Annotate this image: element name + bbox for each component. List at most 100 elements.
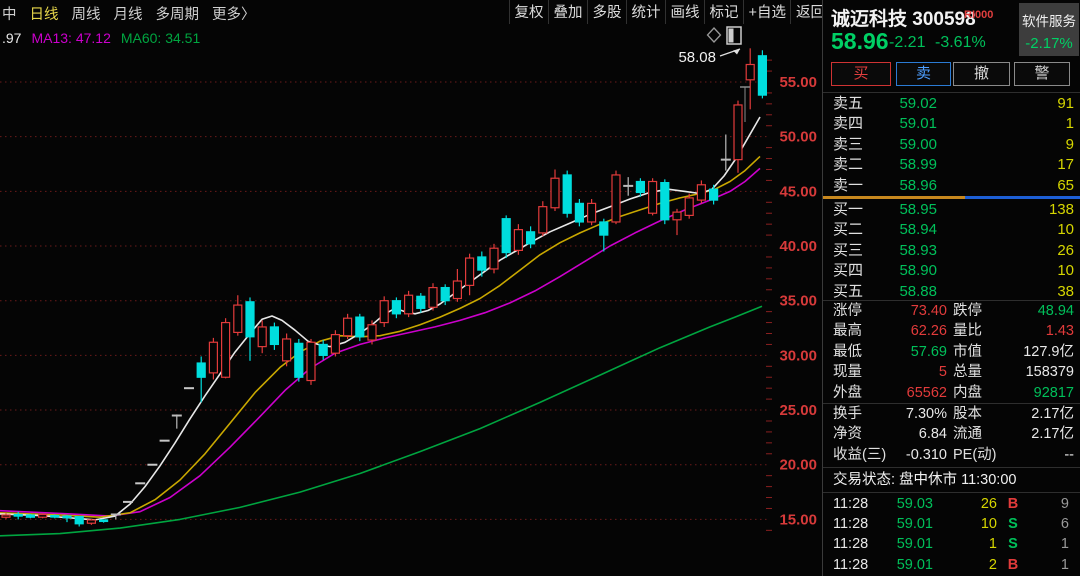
candle-body [1,514,11,518]
tick-time: 11:28 [833,516,869,533]
ask-row[interactable]: 卖三 59.00 9 [823,135,1080,155]
level-label: 买四 [833,262,864,280]
candle-body [391,300,401,315]
toolbar-button-4[interactable]: 画线 [666,0,705,24]
sector-box[interactable]: 软件服务 -2.17% [1019,3,1079,56]
period-tab-2[interactable]: 周线 [72,3,101,24]
candle-body [50,514,60,518]
level-price: 58.99 [899,156,937,174]
tick-count: 9 [1060,496,1069,512]
bid-row[interactable]: 买五 58.88 38 [823,282,1080,302]
ratio-buy-segment [823,196,965,199]
stat-label: PE(动) [953,446,997,463]
toolbar-button-6[interactable]: +自选 [744,0,792,24]
toolbar-button-1[interactable]: 叠加 [549,0,588,24]
stat-value: 73.40 [910,303,947,319]
annotation-arrowhead [733,49,740,55]
ma-label-0: .97 [2,30,22,46]
ma-label-1: MA13: 47.12 [31,30,111,46]
toolbar-button-2[interactable]: 多股 [588,0,627,24]
candle-body [647,180,658,214]
y-axis-label: 55.00 [779,74,817,91]
ratio-sell-segment [964,196,1080,199]
stats-block: 涨停 73.40 跌停 48.94 最高 62.26 量比 1.43 最低 57.69 市值 127.… [823,301,1080,403]
ask-levels: 卖五 59.02 91 卖四 59.01 1 卖三 59.00 9 卖二 58.99 17 卖一 58.9… [823,94,1080,196]
candle-body [294,342,304,378]
stock-trading-app: { "colors": { "red": "#e23b3b", "green":… [0,0,1080,576]
stat-label: 股本 [953,406,982,422]
stat-value: 65562 [906,384,947,401]
stat-value: 62.26 [910,323,947,340]
candle-body [86,519,97,524]
period-tab-0[interactable]: 中 [2,3,17,24]
tick-price: 59.03 [896,496,933,512]
stat-value: 7.30% [905,406,947,422]
tick-list[interactable]: 11:28 59.03 26 B 9 11:28 59.01 10 S 6 11:28 59.01 1 S… [823,494,1080,575]
ask-row[interactable]: 卖一 58.96 65 [823,176,1080,196]
candle-body [343,317,353,337]
tick-side: B [1007,496,1019,512]
period-tab-3[interactable]: 月线 [114,3,143,24]
trade-button-1[interactable]: 卖 [896,62,951,86]
ma-label-2: MA60: 34.51 [120,30,201,46]
tick-price: 59.01 [896,536,933,553]
diamond-icon[interactable] [706,27,722,43]
sector-change: -2.17% [1025,35,1073,52]
candle-body [745,63,755,81]
info-row: 收益(三) -0.310 PE(动) -- [823,445,1080,465]
bid-row[interactable]: 买一 58.95 138 [823,200,1080,220]
stat-value: -0.310 [905,446,947,463]
level-price: 58.96 [899,176,937,194]
level-price: 59.01 [899,115,937,133]
trade-button-2[interactable]: 撤 [953,62,1010,86]
function-toolbar: 复权 叠加 多股 统计 画线 标记 +自选 返回 [509,0,831,24]
candle-body [269,326,279,346]
price-change-pct: -3.61% [935,34,986,51]
toolbar-button-0[interactable]: 复权 [509,0,549,24]
bid-row[interactable]: 买四 58.90 10 [823,261,1080,281]
candle-body [196,362,206,378]
candle-body [440,286,450,302]
level-volume: 138 [1048,201,1074,218]
level-volume: 10 [1057,262,1074,280]
candle-body [245,301,255,338]
level-label: 卖二 [833,156,864,174]
tick-volume: 2 [988,556,997,573]
info-row: 净资 6.84 流通 2.17亿 [823,424,1080,444]
stat-value: 158379 [1025,364,1074,381]
ask-row[interactable]: 卖二 58.99 17 [823,155,1080,175]
ask-row[interactable]: 卖四 59.01 1 [823,114,1080,134]
level-price: 59.02 [899,95,937,112]
y-axis-label: 20.00 [779,457,817,474]
period-tab-1[interactable]: 日线 [30,3,59,24]
tick-side: S [1008,516,1018,533]
bid-levels: 买一 58.95 138 买二 58.94 10 买三 58.93 26 买四 58.90 10 买五 5… [823,200,1080,302]
period-tab-5[interactable]: 更多〉 [212,3,256,24]
level-volume: 38 [1057,282,1074,300]
candle-body [574,202,585,223]
candle-body [416,295,426,309]
kline-chart[interactable]: 55.00 50.00 45.00 40.00 35.00 30.00 25.00 20.00… [0,0,822,576]
toolbar-button-3[interactable]: 统计 [627,0,666,24]
candle-body [684,197,694,217]
tick-price: 59.01 [896,556,933,573]
level-volume: 65 [1057,176,1074,194]
bid-row[interactable]: 买二 58.94 10 [823,220,1080,240]
stat-label: 跌停 [953,303,982,319]
stat-label: 流通 [953,426,982,443]
ask-row[interactable]: 卖五 59.02 91 [823,94,1080,114]
trade-button-0[interactable]: 买 [831,62,891,86]
candle-body [257,326,267,348]
stat-value: 1.43 [1045,323,1074,340]
candle-body [13,513,23,517]
stats-row: 最高 62.26 量比 1.43 [823,321,1080,341]
toolbar-button-5[interactable]: 标记 [705,0,744,24]
stat-value: 2.17亿 [1031,426,1074,443]
session-value: 盘中休市 11:30:00 [899,472,1017,488]
period-toolbar: 中日线 周线 月线 多周期 更多〉 [2,3,256,24]
tick-time: 11:28 [833,556,869,573]
tick-side: S [1008,536,1018,553]
period-tab-4[interactable]: 多周期 [156,3,200,24]
bid-row[interactable]: 买三 58.93 26 [823,241,1080,261]
trade-button-3[interactable]: 警 [1014,62,1070,86]
